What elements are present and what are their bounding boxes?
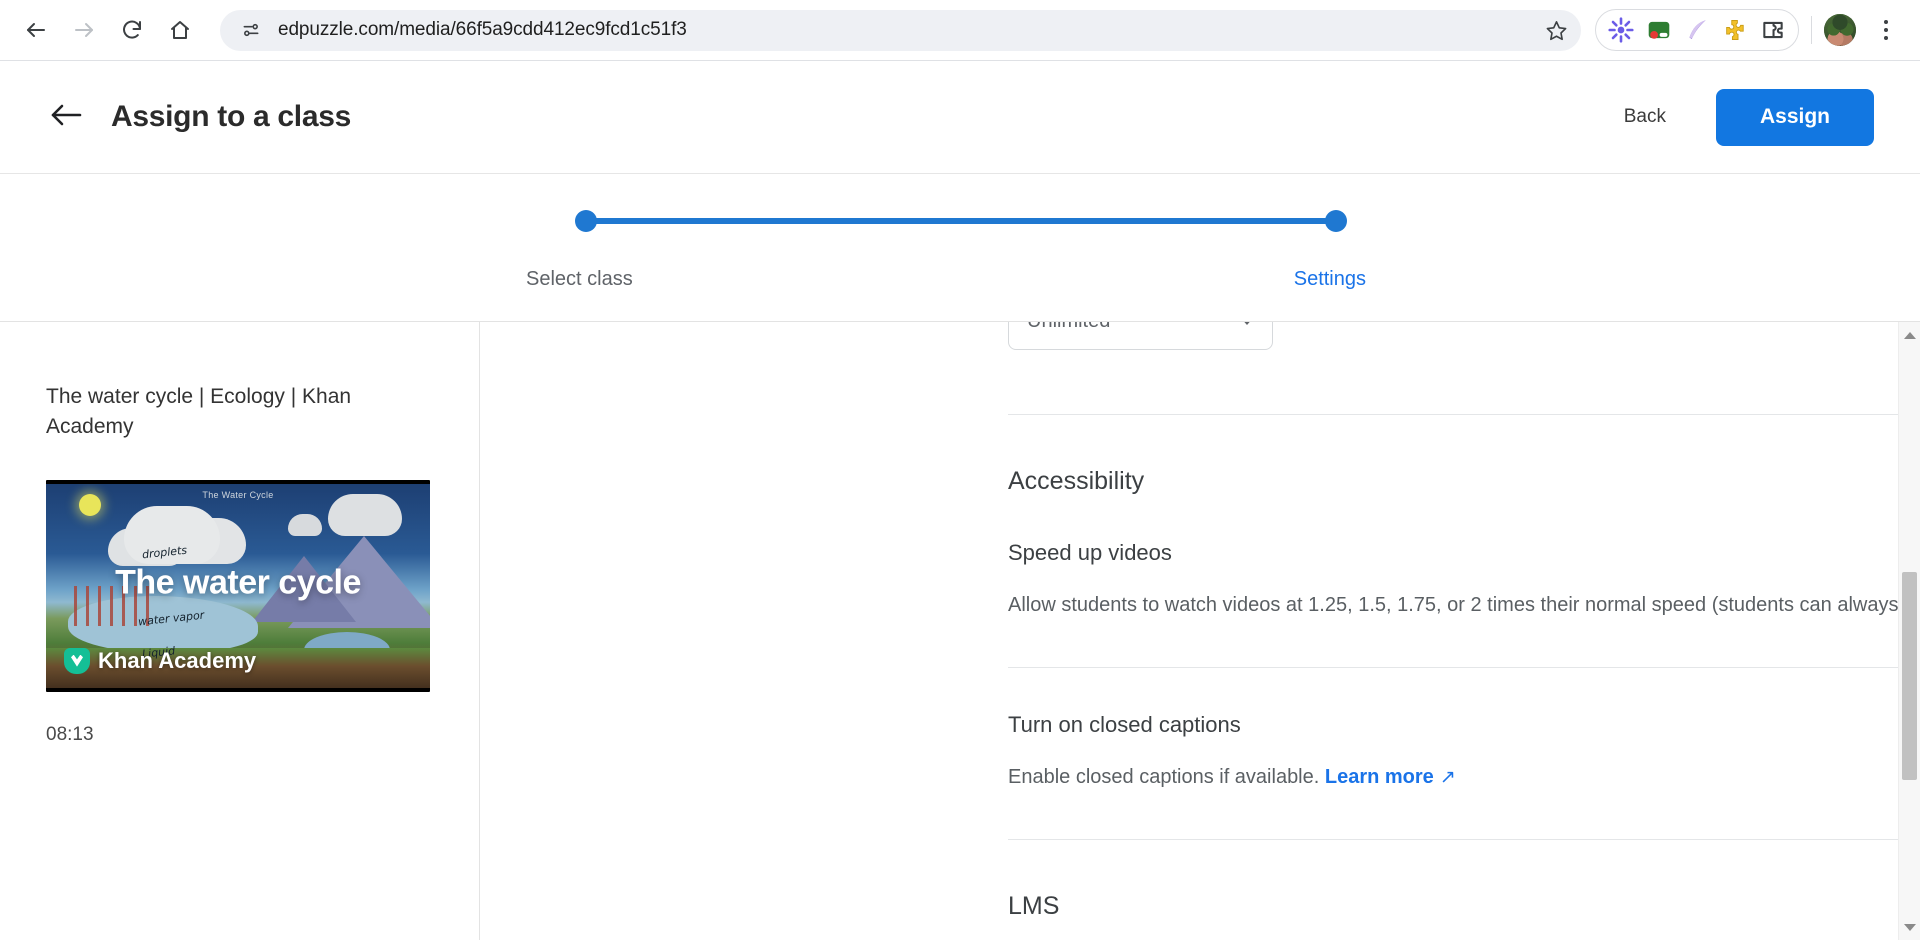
external-link-icon[interactable]: ↗ [1440,765,1456,791]
scroll-down-arrow-icon[interactable] [1899,916,1920,938]
attempts-select-value: Unlimited [1027,322,1110,333]
cloud-graphic-small [288,513,322,536]
puzzle-yellow-extension-icon[interactable] [1718,13,1752,47]
attempts-select[interactable]: Unlimited [1008,322,1273,350]
settings-panel: Unlimited Accessibility Speed up videos … [480,322,1920,940]
screen-recorder-extension-icon[interactable] [1642,13,1676,47]
step-dot-select-class[interactable] [575,210,597,232]
home-icon [168,18,192,42]
setting-row-closed-captions: Turn on closed captions Enable closed ca… [1008,668,1920,791]
stepper-section: Select class Settings [0,174,1920,321]
video-duration: 08:13 [46,723,94,745]
video-preview-panel: The water cycle | Ecology | Khan Academy… [0,322,480,940]
thumbnail-scene: The Water Cycle droplets water vapor Liq… [46,483,430,688]
setting-description-speed-up-videos: Allow students to watch videos at 1.25, … [1008,594,1920,616]
arrow-right-icon [72,18,96,42]
back-button[interactable]: Back [1602,94,1688,140]
setting-label-speed-up-videos: Speed up videos [1008,540,1172,565]
section-divider-bottom [1008,839,1920,840]
assign-button[interactable]: Assign [1715,88,1874,146]
extensions-puzzle-icon[interactable] [1756,13,1790,47]
page-title: Assign to a class [111,100,351,133]
step-dot-settings[interactable] [1325,210,1347,232]
browser-home-button[interactable] [158,8,202,52]
section-divider-top [1008,414,1920,415]
setting-label-closed-captions: Turn on closed captions [1008,712,1241,737]
setting-description-closed-captions: Enable closed captions if available. Lea… [1008,764,1920,791]
step-label-settings[interactable]: Settings [1294,268,1366,291]
settings-column: Unlimited Accessibility Speed up videos … [1008,322,1920,921]
chevron-down-icon [1240,322,1254,325]
extensions-pill [1595,9,1799,51]
address-bar[interactable]: edpuzzle.com/media/66f5a9cdd412ec9fcd1c5… [220,9,1581,51]
learn-more-link[interactable]: Learn more [1325,766,1434,788]
khan-academy-leaf-icon [64,647,90,674]
sun-graphic [79,493,101,516]
setting-row-speed-up-videos: Speed up videos Allow students to watch … [1008,496,1920,619]
quill-pen-extension-icon[interactable] [1680,13,1714,47]
profile-avatar[interactable] [1824,14,1856,46]
accessibility-heading: Accessibility [1008,467,1145,495]
attempts-select-clip: Unlimited [1008,322,1920,370]
khan-academy-brand-text: Khan Academy [98,647,257,673]
url-text: edpuzzle.com/media/66f5a9cdd412ec9fcd1c5… [278,19,687,40]
thumbnail-overlay-title: The water cycle [115,563,361,602]
browser-back-button[interactable] [14,8,58,52]
content-area: The water cycle | Ecology | Khan Academy… [0,321,1920,940]
scroll-up-arrow-icon[interactable] [1899,324,1920,346]
step-label-select-class[interactable]: Select class [526,268,633,291]
cloud-graphic-right [328,493,402,536]
page-back-button[interactable] [46,97,86,137]
stepper-track: Select class Settings [526,210,1366,290]
star-icon[interactable] [1539,13,1573,47]
page-header: Assign to a class Back Assign [0,61,1920,174]
asterisk-extension-icon[interactable] [1604,13,1638,47]
kebab-menu-icon[interactable] [1866,10,1906,50]
scrollbar-thumb[interactable] [1902,572,1917,780]
khan-academy-badge: Khan Academy [64,647,257,674]
arrow-left-icon [24,18,48,42]
reload-icon [120,18,144,42]
video-thumbnail[interactable]: The Water Cycle droplets water vapor Liq… [46,479,430,692]
arrow-left-icon [49,100,83,135]
lms-heading: LMS [1008,892,1060,920]
closed-captions-description-text: Enable closed captions if available. [1008,766,1320,788]
video-title: The water cycle | Ecology | Khan Academy [46,385,352,438]
site-settings-icon[interactable] [236,15,266,45]
avatar-image [1824,14,1856,46]
browser-reload-button[interactable] [110,8,154,52]
browser-toolbar: edpuzzle.com/media/66f5a9cdd412ec9fcd1c5… [0,0,1920,61]
toolbar-divider [1811,16,1812,44]
settings-scrollbar[interactable] [1898,322,1920,940]
browser-forward-button[interactable] [62,8,106,52]
